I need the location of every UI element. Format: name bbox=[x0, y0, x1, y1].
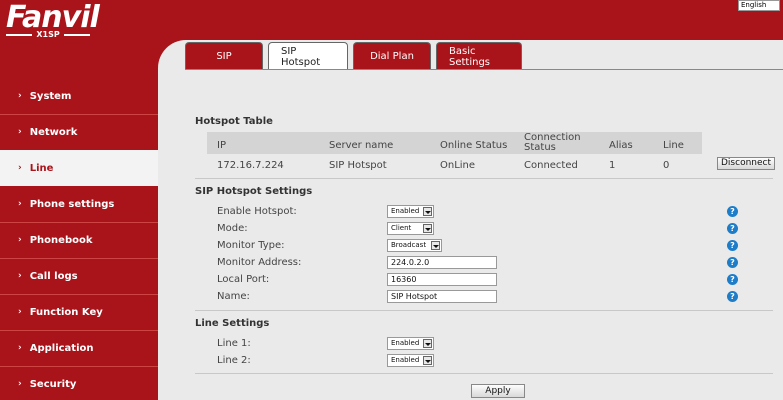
chevron-right-icon: › bbox=[18, 199, 22, 209]
cell-line: 0 bbox=[663, 160, 670, 171]
question-icon[interactable]: ? bbox=[727, 223, 738, 234]
enable-hotspot-label: Enable Hotspot: bbox=[217, 206, 297, 217]
tab-sip-hotspot[interactable]: SIP Hotspot bbox=[268, 42, 348, 70]
col-header-alias: Alias bbox=[609, 140, 633, 151]
question-icon[interactable]: ? bbox=[727, 240, 738, 251]
col-header-ip: IP bbox=[217, 140, 226, 151]
monitor-address-input[interactable]: 224.0.2.0 bbox=[387, 256, 497, 269]
chevron-right-icon: › bbox=[18, 163, 22, 173]
chevron-right-icon: › bbox=[18, 127, 22, 137]
sidebar-item-label: Application bbox=[29, 342, 94, 354]
cell-ip: 172.16.7.224 bbox=[217, 160, 284, 171]
name-input[interactable]: SIP Hotspot bbox=[387, 290, 497, 303]
hotspot-table-title: Hotspot Table bbox=[195, 116, 273, 127]
sidebar-item-label: Network bbox=[29, 126, 78, 138]
enable-hotspot-value: Enabled bbox=[391, 207, 420, 215]
sidebar-item-label: Phonebook bbox=[29, 234, 93, 246]
col-header-connection-status: Connection Status bbox=[524, 132, 581, 153]
section-divider bbox=[195, 373, 773, 374]
apply-button[interactable]: Apply bbox=[471, 384, 525, 398]
enable-hotspot-select[interactable]: Enabled bbox=[387, 205, 434, 218]
main-panel: Hotspot Table IP Server name Online Stat… bbox=[185, 70, 783, 400]
sidebar-item-phone-settings[interactable]: › Phone settings bbox=[0, 186, 158, 222]
tab-basic-settings[interactable]: Basic Settings bbox=[436, 42, 522, 70]
local-port-label: Local Port: bbox=[217, 274, 270, 285]
sidebar-item-system[interactable]: › System bbox=[0, 78, 158, 114]
name-label: Name: bbox=[217, 291, 250, 302]
monitor-type-select[interactable]: Broadcast bbox=[387, 239, 442, 252]
chevron-down-icon bbox=[423, 356, 432, 365]
col-header-server-name: Server name bbox=[329, 140, 394, 151]
chevron-down-icon bbox=[423, 339, 432, 348]
sidebar-item-network[interactable]: › Network bbox=[0, 114, 158, 150]
disconnect-button[interactable]: Disconnect bbox=[717, 157, 775, 170]
sidebar-top bbox=[0, 40, 158, 82]
line1-label: Line 1: bbox=[217, 338, 251, 349]
sidebar-item-label: Call logs bbox=[29, 270, 78, 282]
sidebar-item-line[interactable]: › Line bbox=[0, 150, 158, 186]
language-select[interactable]: English bbox=[738, 0, 780, 11]
sidebar-item-application[interactable]: › Application bbox=[0, 330, 158, 366]
question-icon[interactable]: ? bbox=[727, 257, 738, 268]
local-port-input[interactable]: 16360 bbox=[387, 273, 497, 286]
col-header-line: Line bbox=[663, 140, 684, 151]
cell-alias: 1 bbox=[609, 160, 616, 171]
cell-server-name: SIP Hotspot bbox=[329, 160, 387, 171]
chevron-down-icon bbox=[423, 207, 432, 216]
tab-dial-plan[interactable]: Dial Plan bbox=[353, 42, 431, 70]
tab-sip[interactable]: SIP bbox=[185, 42, 263, 70]
section-divider bbox=[195, 310, 773, 311]
chevron-right-icon: › bbox=[18, 379, 22, 389]
sidebar-item-call-logs[interactable]: › Call logs bbox=[0, 258, 158, 294]
fanvil-logo: Fanvil X1SP bbox=[6, 0, 116, 42]
question-icon[interactable]: ? bbox=[727, 206, 738, 217]
chevron-down-icon bbox=[431, 241, 440, 250]
sidebar-item-label: Line bbox=[29, 162, 54, 174]
line2-value: Enabled bbox=[391, 356, 420, 364]
sidebar-item-label: Function Key bbox=[29, 306, 103, 318]
cell-online-status: OnLine bbox=[440, 160, 476, 171]
chevron-right-icon: › bbox=[18, 271, 22, 281]
mode-label: Mode: bbox=[217, 223, 248, 234]
mode-select[interactable]: Client bbox=[387, 222, 434, 235]
sip-hotspot-settings-title: SIP Hotspot Settings bbox=[195, 186, 313, 197]
cell-connection-status: Connected bbox=[524, 160, 578, 171]
mode-value: Client bbox=[391, 224, 412, 232]
sidebar-item-label: System bbox=[29, 90, 72, 102]
tab-bar: SIP SIP Hotspot Dial Plan Basic Settings bbox=[185, 42, 522, 70]
sidebar-item-function-key[interactable]: › Function Key bbox=[0, 294, 158, 330]
section-divider bbox=[195, 178, 773, 179]
chevron-right-icon: › bbox=[18, 307, 22, 317]
sidebar: › System › Network › Line › Phone settings ›… bbox=[0, 78, 158, 400]
question-icon[interactable]: ? bbox=[727, 274, 738, 285]
sidebar-item-label: Security bbox=[29, 378, 77, 390]
line1-value: Enabled bbox=[391, 339, 420, 347]
chevron-right-icon: › bbox=[18, 343, 22, 353]
chevron-down-icon bbox=[423, 224, 432, 233]
sidebar-item-label: Phone settings bbox=[29, 198, 115, 210]
question-icon[interactable]: ? bbox=[727, 291, 738, 302]
sidebar-item-phonebook[interactable]: › Phonebook bbox=[0, 222, 158, 258]
line2-label: Line 2: bbox=[217, 355, 251, 366]
col-header-online-status: Online Status bbox=[440, 140, 508, 151]
logo-model: X1SP bbox=[6, 30, 91, 39]
chevron-right-icon: › bbox=[18, 91, 22, 101]
line-settings-title: Line Settings bbox=[195, 318, 270, 329]
line2-select[interactable]: Enabled bbox=[387, 354, 434, 367]
monitor-type-value: Broadcast bbox=[391, 241, 427, 249]
line1-select[interactable]: Enabled bbox=[387, 337, 434, 350]
chevron-right-icon: › bbox=[18, 235, 22, 245]
monitor-type-label: Monitor Type: bbox=[217, 240, 285, 251]
model-label: X1SP bbox=[36, 30, 60, 39]
monitor-address-label: Monitor Address: bbox=[217, 257, 302, 268]
sidebar-item-security[interactable]: › Security bbox=[0, 366, 158, 400]
